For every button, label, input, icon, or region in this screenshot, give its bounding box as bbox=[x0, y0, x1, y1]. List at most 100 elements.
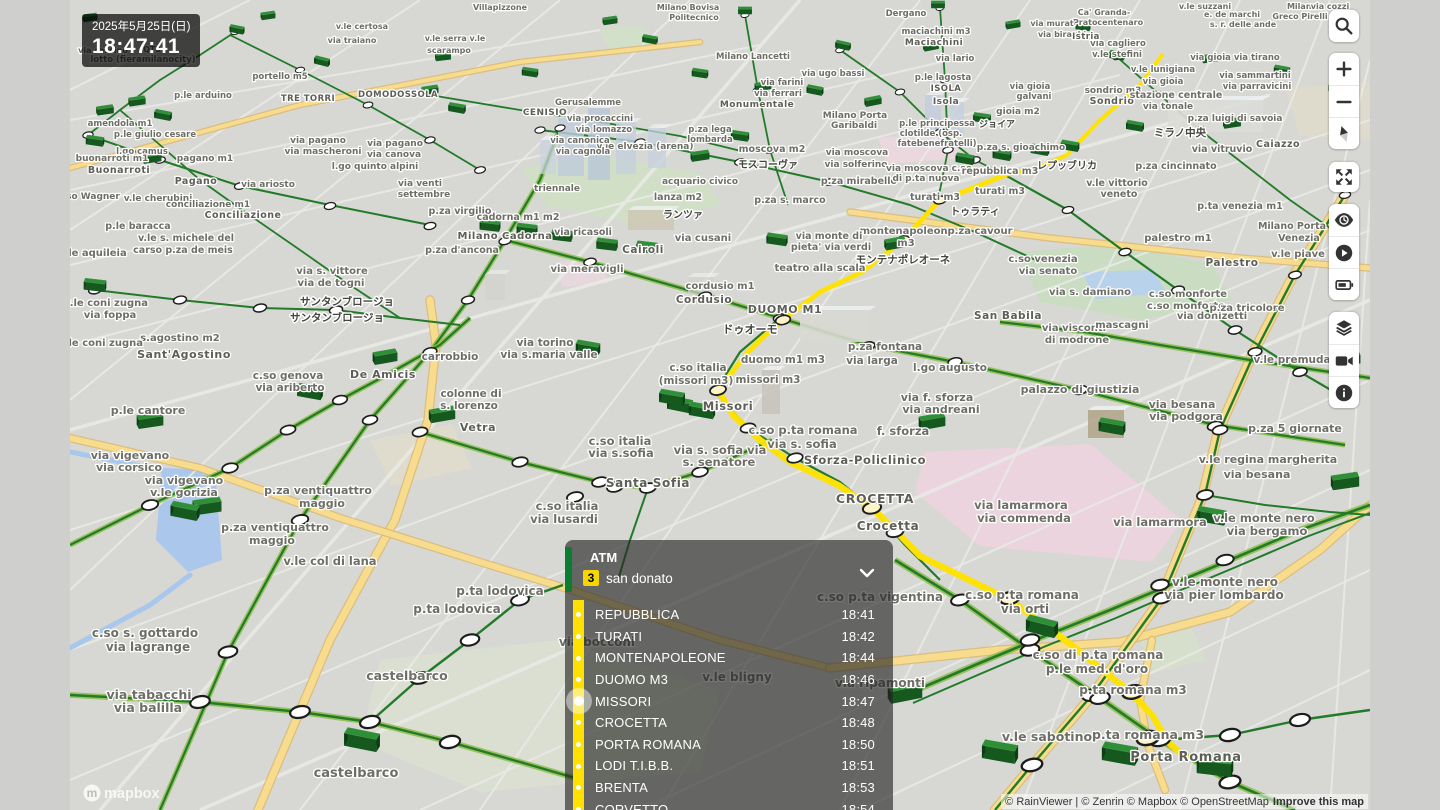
map-label: via gioia via tirano bbox=[1190, 53, 1280, 63]
fullscreen-button[interactable] bbox=[1329, 162, 1359, 192]
eco-mode-button[interactable] bbox=[1329, 268, 1359, 300]
map-label: Missori bbox=[703, 399, 754, 413]
timetable-row: PORTA ROMANA18:50 bbox=[565, 734, 893, 756]
map-label: p.za cavour bbox=[947, 226, 1012, 237]
layers-button[interactable] bbox=[1329, 312, 1359, 344]
map-label: via canova bbox=[367, 150, 421, 160]
map-label: Milano Lancetti bbox=[716, 52, 790, 62]
map-label: Buonarroti bbox=[88, 165, 150, 176]
info-icon bbox=[1333, 382, 1355, 404]
info-button[interactable] bbox=[1329, 376, 1359, 408]
stop-name: CROCETTA bbox=[595, 715, 667, 730]
stop-time: 18:41 bbox=[841, 607, 875, 622]
video-camera-icon bbox=[1333, 350, 1355, 372]
stop-name: TURATI bbox=[595, 629, 642, 644]
train-3d bbox=[738, 7, 752, 10]
stop-name: MONTENAPOLEONE bbox=[595, 650, 726, 665]
map-label: s. r. delle ande bbox=[1210, 20, 1277, 29]
stop-dot bbox=[576, 656, 581, 661]
map-label: via s. damiano bbox=[1049, 287, 1131, 298]
camera-button[interactable] bbox=[1329, 344, 1359, 376]
map-label: via ricasoli bbox=[554, 227, 612, 238]
map-label: via pier lombardo bbox=[1164, 588, 1283, 602]
underground-mode-button[interactable] bbox=[1329, 204, 1359, 236]
stop-name: BRENTA bbox=[595, 780, 648, 795]
map-label: via orti bbox=[1001, 602, 1049, 616]
playback-mode-button[interactable] bbox=[1329, 236, 1359, 268]
map-label: via ferrari bbox=[754, 89, 802, 99]
timetable-row: REPUBBLICA18:41 bbox=[565, 604, 893, 626]
map-label: via pagano bbox=[367, 139, 423, 149]
map-label: p.za tricolore bbox=[1210, 303, 1285, 314]
map-label: Palestro bbox=[1205, 257, 1258, 269]
map-label: triennale bbox=[534, 184, 580, 194]
map-label: via canonica bbox=[550, 136, 610, 146]
mapbox-logo[interactable]: m mapbox bbox=[82, 782, 170, 804]
compass-button[interactable] bbox=[1329, 117, 1359, 149]
map-attribution: © RainViewer | © Zenrin © Mapbox © OpenS… bbox=[1001, 794, 1368, 809]
map-label: cadorna m1 m2 bbox=[477, 212, 560, 223]
panel-header[interactable]: ATM 3 san donato bbox=[565, 540, 893, 600]
map-label: レプッブリカ bbox=[1037, 159, 1097, 172]
map-label: duomo m1 m3 bbox=[741, 354, 825, 366]
map-label: Cairoli bbox=[622, 244, 664, 256]
map-label: p.za ventiquattro bbox=[264, 484, 372, 497]
map-label: v.le s. michele del bbox=[138, 233, 234, 244]
map-label: via commenda bbox=[977, 511, 1071, 525]
map-label: モンテナポレオーネ bbox=[856, 253, 951, 266]
map-label: Crocetta bbox=[857, 519, 920, 533]
map-label: v.le premuda bbox=[1253, 354, 1330, 366]
map-label: turati m3 bbox=[975, 186, 1025, 197]
map-label: via solferino bbox=[825, 160, 888, 170]
map-label: Vetra bbox=[460, 421, 496, 434]
compass-icon bbox=[1333, 123, 1355, 145]
ctl-nav-group bbox=[1329, 53, 1359, 149]
map-label: veneto bbox=[1101, 189, 1138, 200]
map-label: c.so italia bbox=[536, 499, 599, 513]
map-label: DOMODOSSOLA bbox=[358, 90, 438, 100]
battery-icon bbox=[1333, 274, 1355, 296]
map-label: via larga bbox=[846, 355, 898, 367]
search-button[interactable] bbox=[1329, 10, 1359, 42]
zoom-in-button[interactable] bbox=[1329, 53, 1359, 85]
stop-name: PORTA ROMANA bbox=[595, 737, 701, 752]
map-label: v.le gorizia bbox=[150, 486, 218, 499]
map-label: s.agostino m2 bbox=[140, 333, 220, 344]
map-label: repubblica m3 bbox=[962, 166, 1039, 177]
map-label: サンタンブロージョ bbox=[290, 311, 384, 324]
map-label: c.so s. gottardo bbox=[92, 626, 198, 640]
collapse-panel-button[interactable] bbox=[857, 564, 877, 583]
map-label: モスコーヴァ bbox=[738, 158, 798, 171]
operator-name: ATM bbox=[590, 550, 617, 565]
map-label: p.za mirabello bbox=[821, 176, 898, 187]
timetable-row: BRENTA18:53 bbox=[565, 777, 893, 799]
map-label: p.za d'ancona bbox=[425, 245, 499, 256]
map-label: トゥラティ bbox=[950, 206, 999, 218]
map-label: Villapizzone bbox=[473, 3, 528, 12]
map-label: CENISIO bbox=[523, 108, 567, 118]
map-label: galvani bbox=[1017, 92, 1052, 102]
map-label: p.ta lodovica bbox=[456, 584, 544, 598]
svg-text:m: m bbox=[87, 786, 98, 800]
map-label: p.ta romana m3 bbox=[1079, 683, 1187, 697]
map-label: Santa Sofia bbox=[606, 476, 690, 490]
map-label: Garibaldi bbox=[831, 121, 877, 131]
improve-map-link[interactable]: Improve this map bbox=[1273, 796, 1364, 808]
map-label: v.le coni zugna bbox=[59, 338, 143, 349]
map-label: via lamarmora bbox=[1113, 515, 1207, 529]
minus-icon bbox=[1333, 91, 1355, 113]
map-label: DUOMO M1 bbox=[748, 303, 823, 316]
map-label: pagano m1 bbox=[177, 154, 233, 164]
layers-icon bbox=[1333, 317, 1355, 339]
map-label: pieta' via verdi bbox=[791, 242, 871, 253]
timetable-row: LODI T.I.B.B.18:51 bbox=[565, 755, 893, 777]
map-label: fatebenefratelli) bbox=[897, 139, 976, 149]
zoom-out-button[interactable] bbox=[1329, 85, 1359, 117]
map-label: missori m3 bbox=[736, 374, 801, 386]
map-label: e. de marchi bbox=[1204, 10, 1260, 19]
destination-name: san donato bbox=[606, 571, 673, 586]
map-label: p.le arduino bbox=[174, 91, 232, 101]
map-label: conciliazione m1 bbox=[166, 200, 250, 210]
map-label: maciachini m3 bbox=[902, 27, 971, 37]
attribution-text[interactable]: © RainViewer | © Zenrin © Mapbox © OpenS… bbox=[1005, 796, 1269, 808]
